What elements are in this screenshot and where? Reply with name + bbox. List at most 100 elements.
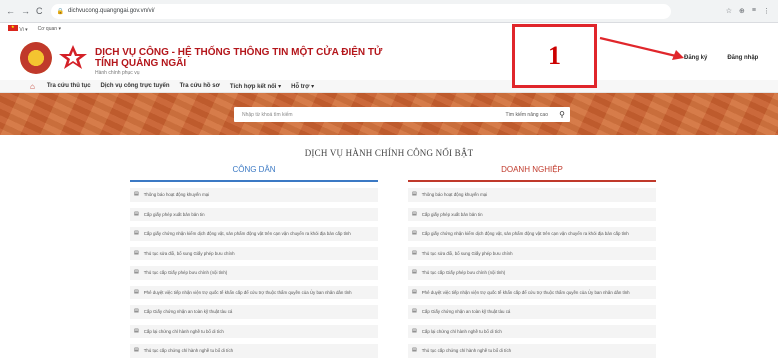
menu-item-procedure-lookup[interactable]: Tra cứu thủ tục	[47, 83, 91, 89]
url-text: dichvucong.quangngai.gov.vn/vi/	[67, 8, 155, 14]
document-icon: ▤	[134, 230, 139, 236]
list-item[interactable]: ▤ Cấp lại chứng chỉ hành nghề tu bổ di tí…	[408, 324, 656, 338]
list-item-label: Cấp giấy phép xuất bản bản tin	[421, 211, 483, 217]
auth-links: Đăng ký Đăng nhập	[684, 55, 758, 61]
list-item-label: Thủ tục sửa đổi, bổ sung Giấy phép bưu c…	[143, 250, 235, 256]
list-item-label: Thủ tục cấp chứng chỉ hành nghề tu bổ di…	[143, 348, 234, 353]
document-icon: ▤	[134, 288, 139, 295]
business-column: DOANH NGHIỆP ▤ Thông báo hoạt động khuyến…	[408, 165, 656, 364]
business-service-list: ▤ Thông báo hoạt động khuyến mại ▤ Cấp giấ…	[408, 188, 656, 358]
document-icon: ▤	[134, 347, 139, 353]
list-item-label: Thủ tục cấp chứng chỉ hành nghề tu bổ di…	[421, 348, 512, 353]
document-icon: ▤	[134, 191, 139, 197]
document-icon: ▤	[412, 191, 417, 197]
list-item[interactable]: ▤ Cấp giấy chứng nhận kiểm dịch động vật,…	[130, 227, 378, 241]
list-item-label: Cấp lại chứng chỉ hành nghề tu bổ di tíc…	[421, 328, 502, 334]
list-item-label: Cấp giấy chứng nhận kiểm dịch động vật, …	[143, 231, 351, 236]
list-item-label: Thủ tục sửa đổi, bổ sung Giấy phép bưu c…	[421, 250, 513, 256]
list-item[interactable]: ▤ Cấp giấy chứng nhận kiểm dịch động vật,…	[408, 227, 656, 241]
search-input[interactable]: Nhập từ khoá tìm kiếm	[234, 112, 505, 118]
list-item-label: Cấp Giấy chứng nhận an toàn kỹ thuật tàu…	[143, 309, 233, 314]
browser-toolbar: ← → C 🔒 dichvucong.quangngai.gov.vn/vi/ …	[0, 0, 778, 23]
search-banner: Nhập từ khoá tìm kiếm Tìm kiếm nâng cao …	[0, 93, 778, 135]
document-icon: ▤	[412, 308, 417, 314]
document-icon: ▤	[134, 249, 139, 256]
list-item[interactable]: ▤ Thủ tục cấp Giấy phép bưu chính (nội tỉ…	[130, 266, 378, 280]
utility-bar: Vi ▾ Cơ quan ▾	[0, 23, 778, 34]
menu-item-integration[interactable]: Tích hợp kết nối ▾	[230, 83, 281, 90]
list-item[interactable]: ▤ Thủ tục sửa đổi, bổ sung Giấy phép bưu …	[408, 246, 656, 260]
language-selector[interactable]: Vi ▾	[8, 24, 28, 33]
citizen-column: CÔNG DÂN ▤ Thông báo hoạt động khuyến mại…	[130, 165, 378, 364]
address-bar[interactable]: 🔒 dichvucong.quangngai.gov.vn/vi/	[50, 3, 671, 19]
vietnam-flag-icon	[8, 24, 18, 31]
list-item[interactable]: ▤ Cấp lại chứng chỉ hành nghề tu bổ di tí…	[130, 324, 378, 338]
list-item[interactable]: ▤ Thủ tục sửa đổi, bổ sung Giấy phép bưu …	[130, 246, 378, 260]
search-box: Nhập từ khoá tìm kiếm Tìm kiếm nâng cao …	[234, 107, 570, 122]
list-item-label: Thông báo hoạt động khuyến mại	[143, 192, 210, 197]
list-item-label: Thủ tục cấp Giấy phép bưu chính (nội tỉn…	[421, 270, 506, 275]
list-item[interactable]: ▤ Cấp Giấy chứng nhận an toàn kỹ thuật tà…	[408, 305, 656, 319]
extension-icons: ☆ ⊕ ≡ ⋮	[726, 7, 778, 15]
site-title-line2: TỈNH QUẢNG NGÃI	[95, 58, 187, 69]
document-icon: ▤	[134, 308, 139, 314]
list-item-label: Phê duyệt việc tiếp nhận viện trợ quốc t…	[143, 289, 352, 295]
list-item[interactable]: ▤ Thủ tục cấp chứng chỉ hành nghề tu bổ d…	[408, 344, 656, 358]
featured-services-title: DỊCH VỤ HÀNH CHÍNH CÔNG NỔI BẬT	[304, 148, 474, 158]
list-item[interactable]: ▤ Cấp giấy phép xuất bản bản tin	[408, 207, 656, 221]
search-icon[interactable]: ⚲	[554, 110, 570, 119]
site-subtitle: Hành chính phục vụ	[95, 70, 140, 76]
list-item[interactable]: ▤ Phê duyệt việc tiếp nhận viện trợ quốc …	[130, 285, 378, 299]
list-item[interactable]: ▤ Thông báo hoạt động khuyến mại	[408, 188, 656, 202]
document-icon: ▤	[412, 288, 417, 295]
agency-selector[interactable]: Cơ quan ▾	[38, 26, 61, 32]
annotation-callout-box: 1	[512, 24, 597, 88]
star-logo-icon	[59, 45, 87, 69]
browser-nav: ← → C	[0, 6, 43, 16]
list-item-label: Cấp lại chứng chỉ hành nghề tu bổ di tíc…	[143, 328, 224, 334]
document-icon: ▤	[412, 327, 417, 334]
document-icon: ▤	[412, 249, 417, 256]
register-link[interactable]: Đăng ký	[684, 55, 707, 61]
document-icon: ▤	[412, 269, 417, 275]
back-icon[interactable]: ←	[6, 6, 15, 16]
extension-icon[interactable]: ⊕	[739, 7, 745, 15]
list-item[interactable]: ▤ Phê duyệt việc tiếp nhận viện trợ quốc …	[408, 285, 656, 299]
list-item-label: Phê duyệt việc tiếp nhận viện trợ quốc t…	[421, 289, 630, 295]
document-icon: ▤	[412, 230, 417, 236]
login-link[interactable]: Đăng nhập	[727, 55, 758, 61]
menu-icon[interactable]: ≡	[752, 7, 756, 15]
list-item-label: Thủ tục cấp Giấy phép bưu chính (nội tỉn…	[143, 270, 228, 275]
language-label: Vi	[19, 26, 24, 33]
site-title: DỊCH VỤ CÔNG - HỆ THỐNG THÔNG TIN MỘT CỬ…	[95, 47, 382, 69]
document-icon: ▤	[412, 210, 417, 217]
document-icon: ▤	[134, 327, 139, 334]
bookmark-icon[interactable]: ☆	[726, 7, 732, 15]
document-icon: ▤	[134, 210, 139, 217]
business-heading[interactable]: DOANH NGHIỆP	[408, 165, 656, 182]
agency-label: Cơ quan	[37, 25, 58, 32]
annotation-arrow-icon	[599, 36, 684, 60]
list-item[interactable]: ▤ Thủ tục cấp Giấy phép bưu chính (nội tỉ…	[408, 266, 656, 280]
menu-item-online-services[interactable]: Dịch vụ công trực tuyến	[101, 83, 170, 89]
list-item[interactable]: ▤ Cấp Giấy chứng nhận an toàn kỹ thuật tà…	[130, 305, 378, 319]
more-icon[interactable]: ⋮	[763, 7, 770, 15]
citizen-heading[interactable]: CÔNG DÂN	[130, 165, 378, 182]
document-icon: ▤	[412, 347, 417, 353]
list-item[interactable]: ▤ Cấp giấy phép xuất bản bản tin	[130, 207, 378, 221]
reload-icon[interactable]: C	[36, 6, 43, 16]
advanced-search-link[interactable]: Tìm kiếm nâng cao	[505, 112, 554, 118]
national-emblem-icon	[20, 42, 52, 74]
menu-item-support[interactable]: Hỗ trợ ▾	[291, 83, 314, 90]
list-item[interactable]: ▤ Thủ tục cấp chứng chỉ hành nghề tu bổ d…	[130, 344, 378, 358]
main-menu: ⌂ Tra cứu thủ tục Dịch vụ công trực tuyế…	[0, 80, 778, 93]
menu-item-record-lookup[interactable]: Tra cứu hồ sơ	[180, 83, 220, 89]
document-icon: ▤	[134, 269, 139, 275]
lock-icon: 🔒	[56, 8, 64, 15]
home-icon[interactable]: ⌂	[30, 82, 35, 91]
list-item[interactable]: ▤ Thông báo hoạt động khuyến mại	[130, 188, 378, 202]
list-item-label: Cấp giấy phép xuất bản bản tin	[143, 211, 205, 217]
list-item-label: Thông báo hoạt động khuyến mại	[421, 192, 488, 197]
forward-icon[interactable]: →	[21, 6, 30, 16]
annotation-number: 1	[548, 41, 561, 70]
